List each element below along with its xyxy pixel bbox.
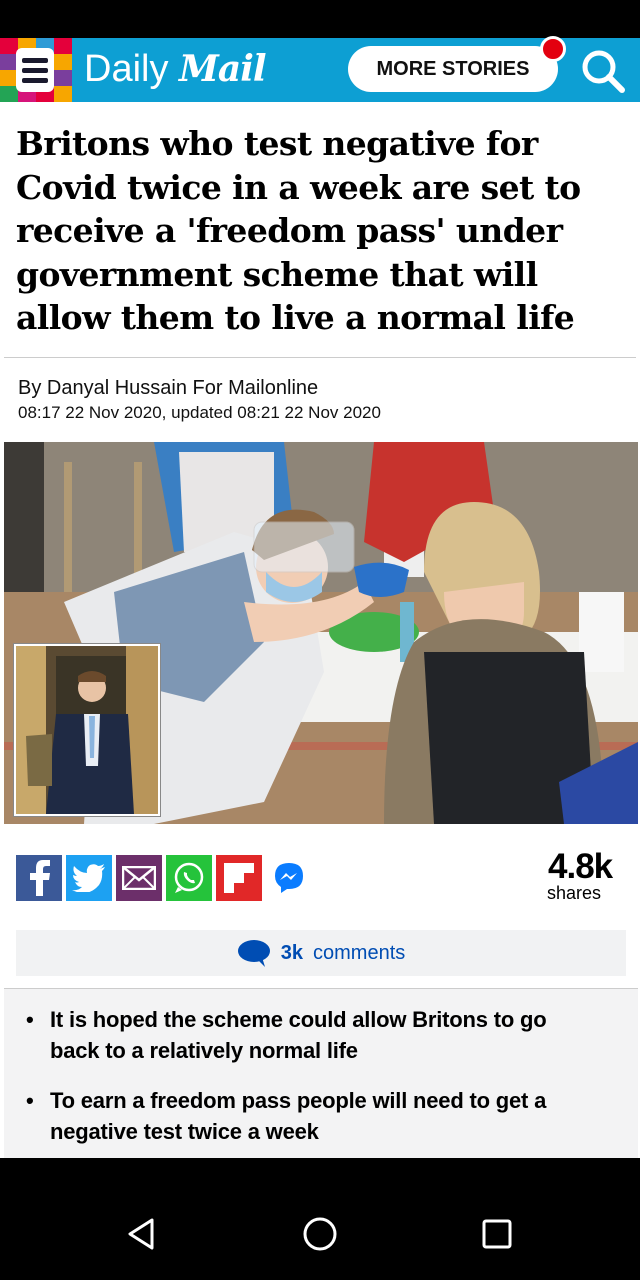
share-buttons [16,855,312,903]
divider [4,357,636,358]
flipboard-icon[interactable] [216,855,262,901]
comments-count: 3k [280,941,303,964]
summary-bullet-text: It is hoped the scheme could allow Brito… [50,1007,547,1063]
messenger-icon[interactable] [266,855,312,901]
article: Britons who test negative for Covid twic… [0,102,640,1158]
search-icon[interactable] [578,46,628,96]
facebook-icon[interactable] [16,855,62,901]
summary-bullet: • To earn a freedom pass people will nee… [26,1085,606,1147]
twitter-icon[interactable] [66,855,112,901]
comments-label: comments [313,941,406,964]
status-bar [0,0,640,38]
whatsapp-icon[interactable] [166,855,212,901]
notification-dot [540,36,566,62]
bullet-dot: • [26,1007,34,1032]
menu-icon[interactable] [16,48,54,92]
article-dateline: 08:17 22 Nov 2020, updated 08:21 22 Nov … [18,403,381,422]
article-byline[interactable]: By Danyal Hussain For Mailonline [18,377,318,400]
email-icon[interactable] [116,855,162,901]
summary-bullet: • It is hoped the scheme could allow Bri… [26,1004,606,1066]
bullet-dot: • [26,1088,34,1113]
comments-button[interactable]: 3k comments [16,930,626,976]
back-icon[interactable] [122,1214,162,1254]
summary-bullet-text: To earn a freedom pass people will need … [50,1088,547,1144]
logo-mail: Mail [179,48,267,90]
inset-photo-illustration [16,646,158,814]
inset-photo[interactable] [14,644,160,816]
home-icon[interactable] [300,1214,340,1254]
header-bar: Daily Mail MORE STORIES [0,36,640,102]
shares-label: shares [547,883,602,903]
speech-bubble-icon [237,940,270,967]
shares-count: 4.8k [548,847,613,886]
article-headline: Britons who test negative for Covid twic… [16,124,581,337]
article-summary: • It is hoped the scheme could allow Bri… [4,989,638,1158]
recents-icon[interactable] [477,1214,517,1254]
daily-mail-logo[interactable]: Daily Mail [84,46,267,92]
logo-daily: Daily [84,48,169,90]
android-nav-bar [0,1158,640,1280]
article-photo[interactable] [4,442,638,824]
more-stories-button[interactable]: MORE STORIES [348,46,558,92]
